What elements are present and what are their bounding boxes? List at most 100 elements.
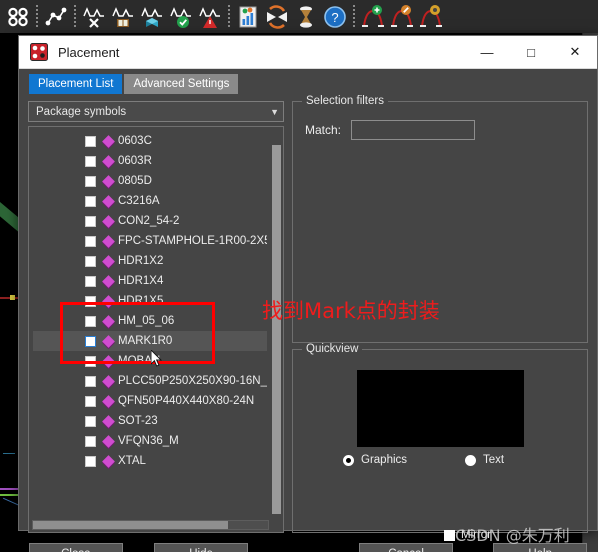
list-item-label: PLCC50P250X250X90-16N_BY_PA: [118, 375, 267, 387]
list-item-checkbox[interactable]: [85, 215, 96, 227]
list-item-checkbox[interactable]: [85, 335, 96, 347]
waveform-package-icon[interactable]: [137, 2, 166, 31]
waveform-library-icon[interactable]: [108, 2, 137, 31]
list-vertical-scrollbar[interactable]: [272, 145, 281, 514]
quickview-mode-radios[interactable]: Graphics Text: [305, 454, 575, 466]
list-horizontal-scrollbar[interactable]: [32, 520, 269, 530]
list-item-label: HDR1X2: [118, 255, 164, 267]
placement-icon: [30, 43, 48, 61]
list-item-checkbox[interactable]: [85, 415, 96, 427]
package-symbol-icon: [102, 134, 115, 148]
curve-add-icon[interactable]: [358, 2, 387, 31]
list-item[interactable]: HDR1X4: [33, 271, 267, 291]
package-symbol-icon: [102, 234, 115, 248]
cancel-button[interactable]: Cancel: [359, 542, 453, 552]
hide-button[interactable]: Hide: [154, 542, 248, 552]
list-item-label: XTAL: [118, 455, 146, 467]
curve-settings-icon[interactable]: [416, 2, 445, 31]
curve-edit-icon[interactable]: [387, 2, 416, 31]
tab-advanced-settings[interactable]: Advanced Settings: [124, 74, 239, 94]
separator-1: [32, 2, 41, 31]
symbol-type-dropdown[interactable]: Package symbols ▼: [28, 101, 284, 122]
list-item-checkbox[interactable]: [85, 135, 96, 147]
list-item-checkbox[interactable]: [85, 195, 96, 207]
quickview-preview: [356, 370, 524, 447]
list-item-checkbox[interactable]: [85, 315, 96, 327]
list-item[interactable]: FPC-STAMPHOLE-1R00-2X5U: [33, 231, 267, 251]
list-item[interactable]: 0805D: [33, 171, 267, 191]
list-item-label: 0603C: [118, 135, 152, 147]
radio-graphics-icon[interactable]: [343, 454, 354, 466]
main-toolbar[interactable]: ?: [0, 0, 598, 33]
help-circle-icon[interactable]: ?: [320, 2, 349, 31]
list-item-checkbox[interactable]: [85, 395, 96, 407]
list-item[interactable]: MARK1R0: [33, 331, 267, 351]
list-item-checkbox[interactable]: [85, 355, 96, 367]
list-item-checkbox[interactable]: [85, 375, 96, 387]
close-icon[interactable]: ✕: [553, 36, 597, 69]
window-controls[interactable]: — □ ✕: [465, 36, 597, 69]
sync-refresh-icon[interactable]: [262, 2, 291, 31]
placement-list-column: Package symbols ▼ 0603C 0603R 0805D C3216A C…: [28, 101, 284, 533]
list-item[interactable]: QFN50P440X440X80-24N: [33, 391, 267, 411]
list-item[interactable]: 0603C: [33, 131, 267, 151]
list-item-label: SOT-23: [118, 415, 158, 427]
list-item-label: CON2_54-2: [118, 215, 180, 227]
list-item-checkbox[interactable]: [85, 255, 96, 267]
placement-dialog[interactable]: Placement — □ ✕ Placement List Advanced …: [18, 35, 598, 552]
close-button[interactable]: Close: [29, 542, 123, 552]
quickview-graphics-label: Graphics: [361, 454, 408, 466]
match-input[interactable]: [351, 120, 476, 140]
list-item[interactable]: XTAL: [33, 451, 267, 471]
list-item-label: MARK1R0: [118, 335, 173, 347]
net-route-icon[interactable]: [41, 2, 70, 31]
list-item-checkbox[interactable]: [85, 235, 96, 247]
horizontal-scroll-thumb[interactable]: [33, 521, 229, 529]
list-item-checkbox[interactable]: [85, 295, 96, 307]
symbol-list-rows[interactable]: 0603C 0603R 0805D C3216A CON2_54-2 FPC-STAMPH…: [33, 131, 267, 516]
list-item-checkbox[interactable]: [85, 155, 96, 167]
symbol-list[interactable]: 0603C 0603R 0805D C3216A CON2_54-2 FPC-STAMPH…: [28, 126, 284, 533]
list-item-label: VFQN36_M: [118, 435, 179, 447]
match-row: Match:: [305, 120, 575, 140]
tab-placement-list[interactable]: Placement List: [29, 74, 123, 94]
radio-text-icon[interactable]: [465, 454, 477, 466]
mouse-cursor-icon: [150, 348, 163, 368]
annotation-text: 找到Mark点的封装: [262, 299, 440, 323]
list-item[interactable]: HDR1X5: [33, 291, 267, 311]
list-item[interactable]: SOT-23: [33, 411, 267, 431]
list-item-label: QFN50P440X440X80-24N: [118, 395, 255, 407]
waveform-warning-icon[interactable]: [195, 2, 224, 31]
waveform-delete-icon[interactable]: [79, 2, 108, 31]
vertical-scroll-thumb[interactable]: [272, 145, 281, 514]
list-item[interactable]: PLCC50P250X250X90-16N_BY_PA: [33, 371, 267, 391]
quickview-graphics-option[interactable]: Graphics: [343, 454, 407, 466]
list-item[interactable]: HM_05_06: [33, 311, 267, 331]
list-item[interactable]: C3216A: [33, 191, 267, 211]
grid-pads-icon[interactable]: [3, 2, 32, 31]
hourglass-pin-icon[interactable]: [291, 2, 320, 31]
list-item[interactable]: MOBAN: [33, 351, 267, 371]
list-item-label: HDR1X5: [118, 295, 164, 307]
dialog-titlebar[interactable]: Placement — □ ✕: [19, 36, 597, 69]
dialog-tabs[interactable]: Placement List Advanced Settings: [19, 69, 597, 94]
pcb-cyan-trace: [3, 453, 15, 454]
mirror-checkbox[interactable]: [444, 529, 455, 541]
quickview-text-option[interactable]: Text: [465, 454, 504, 466]
chevron-down-icon[interactable]: ▼: [270, 107, 279, 117]
svg-text:?: ?: [331, 10, 338, 25]
list-item[interactable]: HDR1X2: [33, 251, 267, 271]
list-item-checkbox[interactable]: [85, 275, 96, 287]
list-item[interactable]: CON2_54-2: [33, 211, 267, 231]
list-item-label: 0603R: [118, 155, 152, 167]
report-icon[interactable]: [233, 2, 262, 31]
list-item-checkbox[interactable]: [85, 175, 96, 187]
list-item[interactable]: VFQN36_M: [33, 431, 267, 451]
maximize-button[interactable]: □: [509, 36, 553, 69]
list-item[interactable]: 0603R: [33, 151, 267, 171]
package-symbol-icon: [102, 274, 115, 288]
waveform-check-icon[interactable]: [166, 2, 195, 31]
list-item-checkbox[interactable]: [85, 455, 96, 467]
list-item-checkbox[interactable]: [85, 435, 96, 447]
minimize-button[interactable]: —: [465, 36, 509, 69]
